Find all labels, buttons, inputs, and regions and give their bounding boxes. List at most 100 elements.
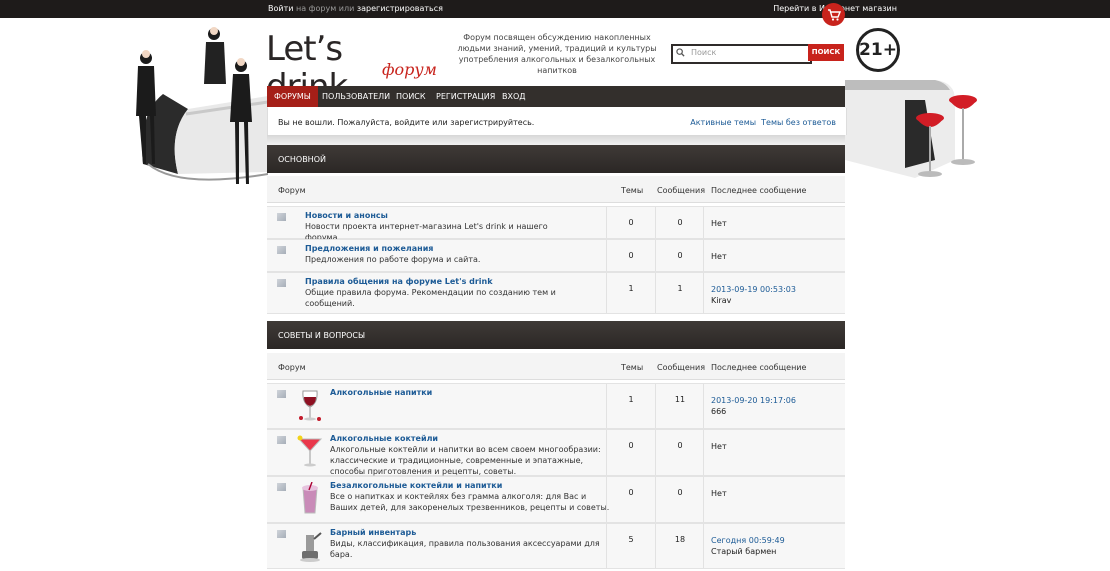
col-posts: Сообщения (657, 363, 706, 372)
cocktail-icon (297, 435, 323, 467)
last-post-date[interactable]: 2013-09-19 00:53:03 (711, 284, 796, 295)
column-divider (703, 273, 704, 313)
posts-count: 0 (677, 441, 683, 450)
active-topics-link[interactable]: Активные темы (690, 118, 756, 127)
forum-status-icon (277, 279, 286, 287)
search-placeholder: Поиск (691, 48, 717, 57)
last-post: Нет (711, 251, 727, 262)
bar-tool-icon (300, 532, 322, 562)
section-title: СОВЕТЫ И ВОПРОСЫ (278, 331, 366, 340)
posts-count: 0 (677, 488, 683, 497)
forum-title[interactable]: Алкогольные напитки (330, 388, 432, 397)
nav-forums[interactable]: ФОРУМЫ (267, 86, 318, 107)
column-divider (703, 524, 704, 568)
forum-status-icon (277, 390, 286, 398)
column-divider (703, 477, 704, 522)
cart-icon[interactable] (822, 3, 845, 26)
forum-status-icon (277, 213, 286, 221)
topics-count: 0 (628, 218, 634, 227)
forum-title[interactable]: Алкогольные коктейли (330, 434, 438, 443)
last-post-text: Нет (711, 442, 727, 451)
forum-row[interactable]: Безалкогольные коктейли и напитки Все о … (267, 476, 845, 523)
last-post-date[interactable]: 2013-09-20 19:17:06 (711, 395, 796, 406)
topics-count: 5 (628, 535, 634, 544)
column-divider (655, 384, 656, 428)
col-topics: Темы (621, 186, 644, 195)
nav-login[interactable]: ВХОД (495, 86, 533, 107)
wine-glass-icon (299, 390, 321, 421)
login-notice: Вы не вошли. Пожалуйста, войдите или зар… (267, 108, 847, 135)
column-divider (655, 240, 656, 271)
posts-count: 0 (677, 251, 683, 260)
forum-title[interactable]: Предложения и пожелания (305, 244, 433, 253)
forum-title[interactable]: Новости и анонсы (305, 211, 388, 220)
divider (267, 135, 845, 145)
section-header-main: ОСНОВНОЙ (267, 145, 845, 173)
topics-count: 0 (628, 488, 634, 497)
last-post: Сегодня 00:59:49 Старый бармен (711, 535, 785, 557)
column-headers: Форум Темы Сообщения Последнее сообщение (267, 176, 845, 203)
login-links: Войти на форум или зарегистрироваться (268, 4, 443, 13)
forum-status-icon (277, 530, 286, 538)
last-post-date[interactable]: Сегодня 00:59:49 (711, 535, 785, 546)
posts-count: 11 (674, 395, 686, 404)
search-button[interactable]: ПОИСК (808, 44, 844, 61)
last-post-author[interactable]: Старый бармен (711, 546, 785, 557)
forum-description: Все о напитках и коктейлях без грамма ал… (330, 492, 610, 512)
forum-title[interactable]: Барный инвентарь (330, 528, 416, 537)
forum-title[interactable]: Правила общения на форуме Let's drink (305, 277, 493, 286)
posts-count: 0 (677, 218, 683, 227)
topics-count: 0 (628, 441, 634, 450)
forum-row[interactable]: Новости и анонсы Новости проекта интерне… (267, 206, 845, 242)
column-headers: Форум Темы Сообщения Последнее сообщение (267, 353, 845, 380)
forum-row[interactable]: Алкогольные напитки 1 11 2013-09-20 19:1… (267, 383, 845, 429)
column-divider (655, 430, 656, 475)
column-divider (703, 384, 704, 428)
column-divider (606, 430, 607, 475)
last-post-text: Нет (711, 489, 727, 498)
forum-row[interactable]: Алкогольные коктейли Алкогольные коктейл… (267, 429, 845, 476)
search-icon (676, 48, 685, 57)
last-post-author[interactable]: 666 (711, 406, 796, 417)
last-post-author[interactable]: Kirav (711, 295, 796, 306)
col-posts: Сообщения (657, 186, 706, 195)
forum-status-icon (277, 436, 286, 444)
bar-counter-illustration-left (136, 27, 268, 184)
col-last: Последнее сообщение (711, 363, 807, 372)
nav-search[interactable]: ПОИСК (389, 86, 433, 107)
section-title: ОСНОВНОЙ (278, 155, 326, 164)
milkshake-icon (302, 482, 318, 514)
column-divider (606, 240, 607, 271)
forum-logo[interactable]: Let’s drink... форум (266, 30, 446, 106)
col-forum: Форум (278, 363, 306, 372)
column-divider (655, 477, 656, 522)
nav-register[interactable]: РЕГИСТРАЦИЯ (429, 86, 502, 107)
topics-count: 0 (628, 251, 634, 260)
logo-subtitle: форум (382, 60, 437, 79)
col-last: Последнее сообщение (711, 186, 807, 195)
search-input[interactable]: Поиск (671, 44, 812, 64)
column-divider (703, 430, 704, 475)
forum-row[interactable]: Предложения и пожелания Предложения по р… (267, 239, 845, 272)
register-link[interactable]: зарегистрироваться (357, 4, 443, 13)
unanswered-topics-link[interactable]: Темы без ответов (761, 118, 836, 127)
top-bar: Войти на форум или зарегистрироваться Пе… (0, 0, 1110, 18)
forum-row[interactable]: Барный инвентарь Виды, классификация, пр… (267, 523, 845, 569)
nav-users[interactable]: ПОЛЬЗОВАТЕЛИ (315, 86, 397, 107)
login-link[interactable]: Войти (268, 4, 293, 13)
topics-count: 1 (628, 284, 634, 293)
posts-count: 1 (677, 284, 683, 293)
notice-message: Вы не вошли. Пожалуйста, войдите или зар… (278, 118, 535, 127)
column-divider (606, 207, 607, 238)
column-divider (606, 273, 607, 313)
main-nav: ФОРУМЫ ПОЛЬЗОВАТЕЛИ ПОИСК РЕГИСТРАЦИЯ ВХ… (267, 86, 845, 107)
forum-tagline: Форум посвящен обсуждению накопленных лю… (457, 33, 657, 75)
forum-row[interactable]: Правила общения на форуме Let's drink Об… (267, 272, 845, 314)
section-header-advice: СОВЕТЫ И ВОПРОСЫ (267, 321, 845, 349)
last-post: 2013-09-20 19:17:06 666 (711, 395, 796, 417)
column-divider (606, 477, 607, 522)
last-post: Нет (711, 441, 727, 452)
forum-description: Общие правила форума. Рекомендации по со… (305, 288, 556, 308)
forum-title[interactable]: Безалкогольные коктейли и напитки (330, 481, 502, 490)
topics-count: 1 (628, 395, 634, 404)
